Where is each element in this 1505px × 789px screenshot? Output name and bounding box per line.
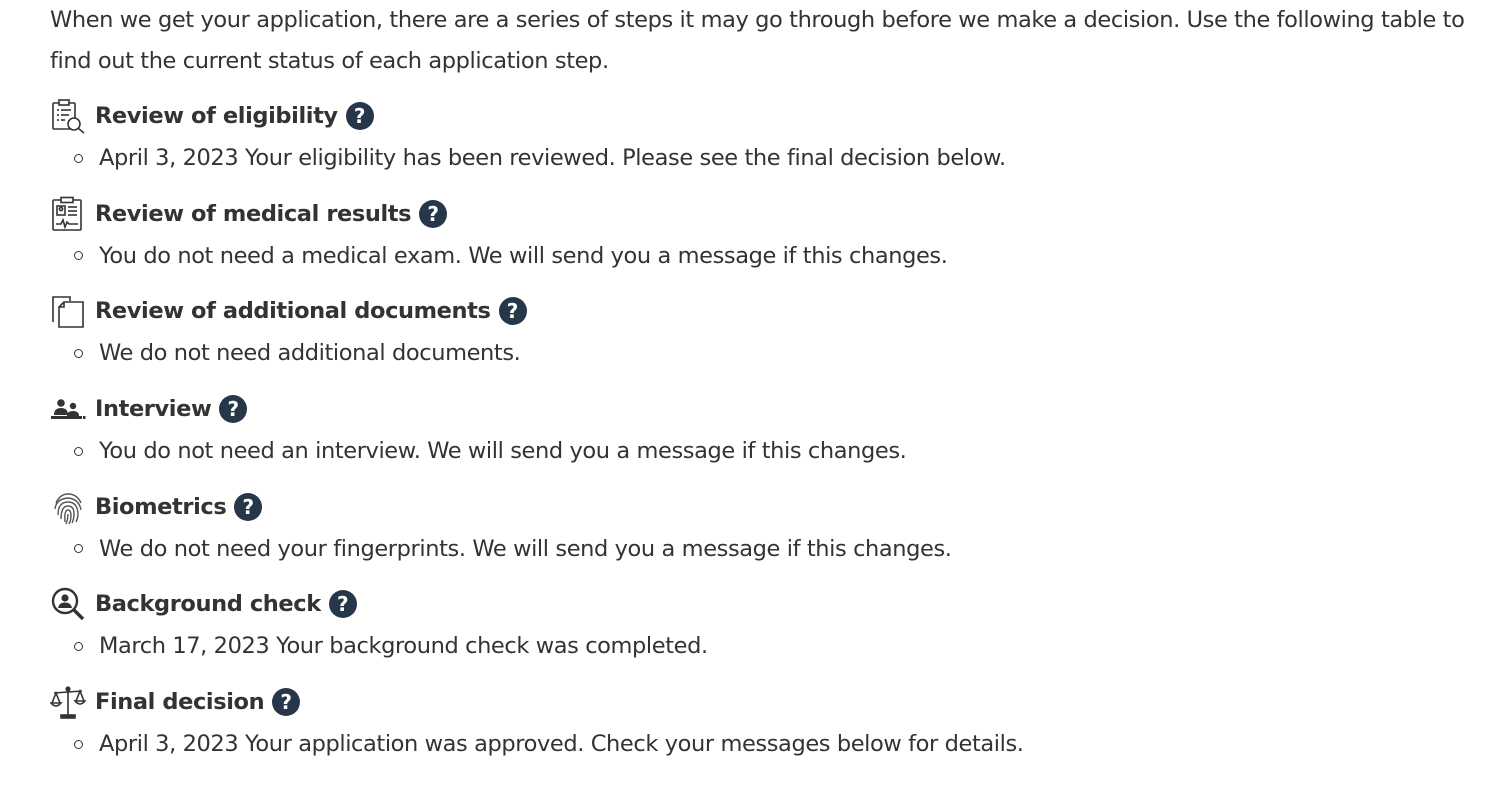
step-status: You do not need a medical exam. We will … bbox=[74, 236, 948, 276]
step-status: We do not need your fingerprints. We wil… bbox=[74, 529, 952, 569]
step-status-list: You do not need a medical exam. We will … bbox=[74, 236, 948, 276]
step-medical: Review of medical results ? You do not n… bbox=[50, 194, 1480, 292]
step-status-list: You do not need an interview. We will se… bbox=[74, 431, 907, 471]
step-title: Interview bbox=[95, 396, 212, 423]
background-search-icon bbox=[50, 585, 88, 623]
application-steps-list: Review of eligibility ? April 3, 2023 Yo… bbox=[50, 96, 1480, 780]
help-icon[interactable]: ? bbox=[272, 688, 301, 717]
step-status-list: April 3, 2023 Your eligibility has been … bbox=[74, 138, 1006, 178]
step-status-text: We do not need additional documents. bbox=[99, 340, 521, 367]
step-header: Review of additional documents ? bbox=[50, 291, 527, 331]
bullet-icon bbox=[74, 251, 83, 261]
help-icon[interactable]: ? bbox=[234, 492, 263, 521]
medical-clipboard-icon bbox=[50, 195, 88, 233]
help-icon[interactable]: ? bbox=[345, 102, 374, 130]
step-title: Review of additional documents bbox=[95, 298, 491, 325]
step-status-text: April 3, 2023 Your eligibility has been … bbox=[99, 145, 1006, 171]
step-status: April 3, 2023 Your application was appro… bbox=[74, 724, 1024, 764]
bullet-icon bbox=[74, 544, 83, 554]
step-status: You do not need an interview. We will se… bbox=[74, 431, 907, 471]
help-icon[interactable]: ? bbox=[419, 199, 448, 228]
fingerprint-icon bbox=[50, 488, 88, 526]
interview-people-icon bbox=[50, 390, 88, 428]
step-status: March 17, 2023 Your background check was… bbox=[74, 626, 708, 666]
step-final-decision: Final decision ? April 3, 2023 Your appl… bbox=[50, 682, 1480, 780]
step-title: Background check bbox=[95, 591, 321, 618]
bullet-icon bbox=[74, 739, 83, 749]
step-biometrics: Biometrics ? We do not need your fingerp… bbox=[50, 487, 1480, 585]
step-interview: Interview ? You do not need an interview… bbox=[50, 389, 1480, 487]
step-title: Review of medical results bbox=[95, 200, 412, 227]
help-icon[interactable]: ? bbox=[219, 395, 248, 424]
step-background-check: Background check ? March 17, 2023 Your b… bbox=[50, 584, 1480, 682]
help-icon[interactable]: ? bbox=[328, 590, 357, 619]
step-status-text: You do not need an interview. We will se… bbox=[99, 438, 907, 465]
step-header: Review of medical results ? bbox=[50, 194, 448, 234]
application-status-section: When we get your application, there are … bbox=[50, 0, 1480, 757]
step-additional-documents: Review of additional documents ? We do n… bbox=[50, 291, 1480, 389]
step-status-list: We do not need your fingerprints. We wil… bbox=[74, 529, 952, 569]
bullet-icon bbox=[74, 446, 83, 456]
step-status-text: March 17, 2023 Your background check was… bbox=[99, 633, 708, 660]
step-status: April 3, 2023 Your eligibility has been … bbox=[74, 138, 1006, 178]
bullet-icon bbox=[74, 348, 83, 358]
step-status-list: March 17, 2023 Your background check was… bbox=[74, 626, 708, 666]
step-header: Background check ? bbox=[50, 584, 357, 624]
step-status-text: You do not need a medical exam. We will … bbox=[99, 242, 948, 269]
step-header: Review of eligibility ? bbox=[50, 96, 374, 136]
step-title: Final decision bbox=[95, 689, 265, 716]
intro-text: When we get your application, there are … bbox=[50, 7, 1465, 74]
step-header: Final decision ? bbox=[50, 682, 301, 722]
scales-icon bbox=[50, 683, 88, 721]
bullet-icon bbox=[74, 153, 83, 163]
bullet-icon bbox=[74, 641, 83, 651]
step-status: We do not need additional documents. bbox=[74, 333, 521, 373]
help-icon[interactable]: ? bbox=[498, 297, 527, 326]
documents-icon bbox=[50, 292, 88, 330]
step-status-list: April 3, 2023 Your application was appro… bbox=[74, 724, 1024, 764]
step-eligibility: Review of eligibility ? April 3, 2023 Yo… bbox=[50, 96, 1480, 194]
step-header: Interview ? bbox=[50, 389, 248, 429]
step-status-text: We do not need your fingerprints. We wil… bbox=[99, 535, 952, 562]
step-title: Review of eligibility bbox=[95, 103, 338, 129]
eligibility-clipboard-icon bbox=[50, 97, 88, 135]
step-status-list: We do not need additional documents. bbox=[74, 333, 521, 373]
step-header: Biometrics ? bbox=[50, 487, 263, 527]
step-status-text: April 3, 2023 Your application was appro… bbox=[99, 731, 1024, 758]
step-title: Biometrics bbox=[95, 493, 227, 520]
